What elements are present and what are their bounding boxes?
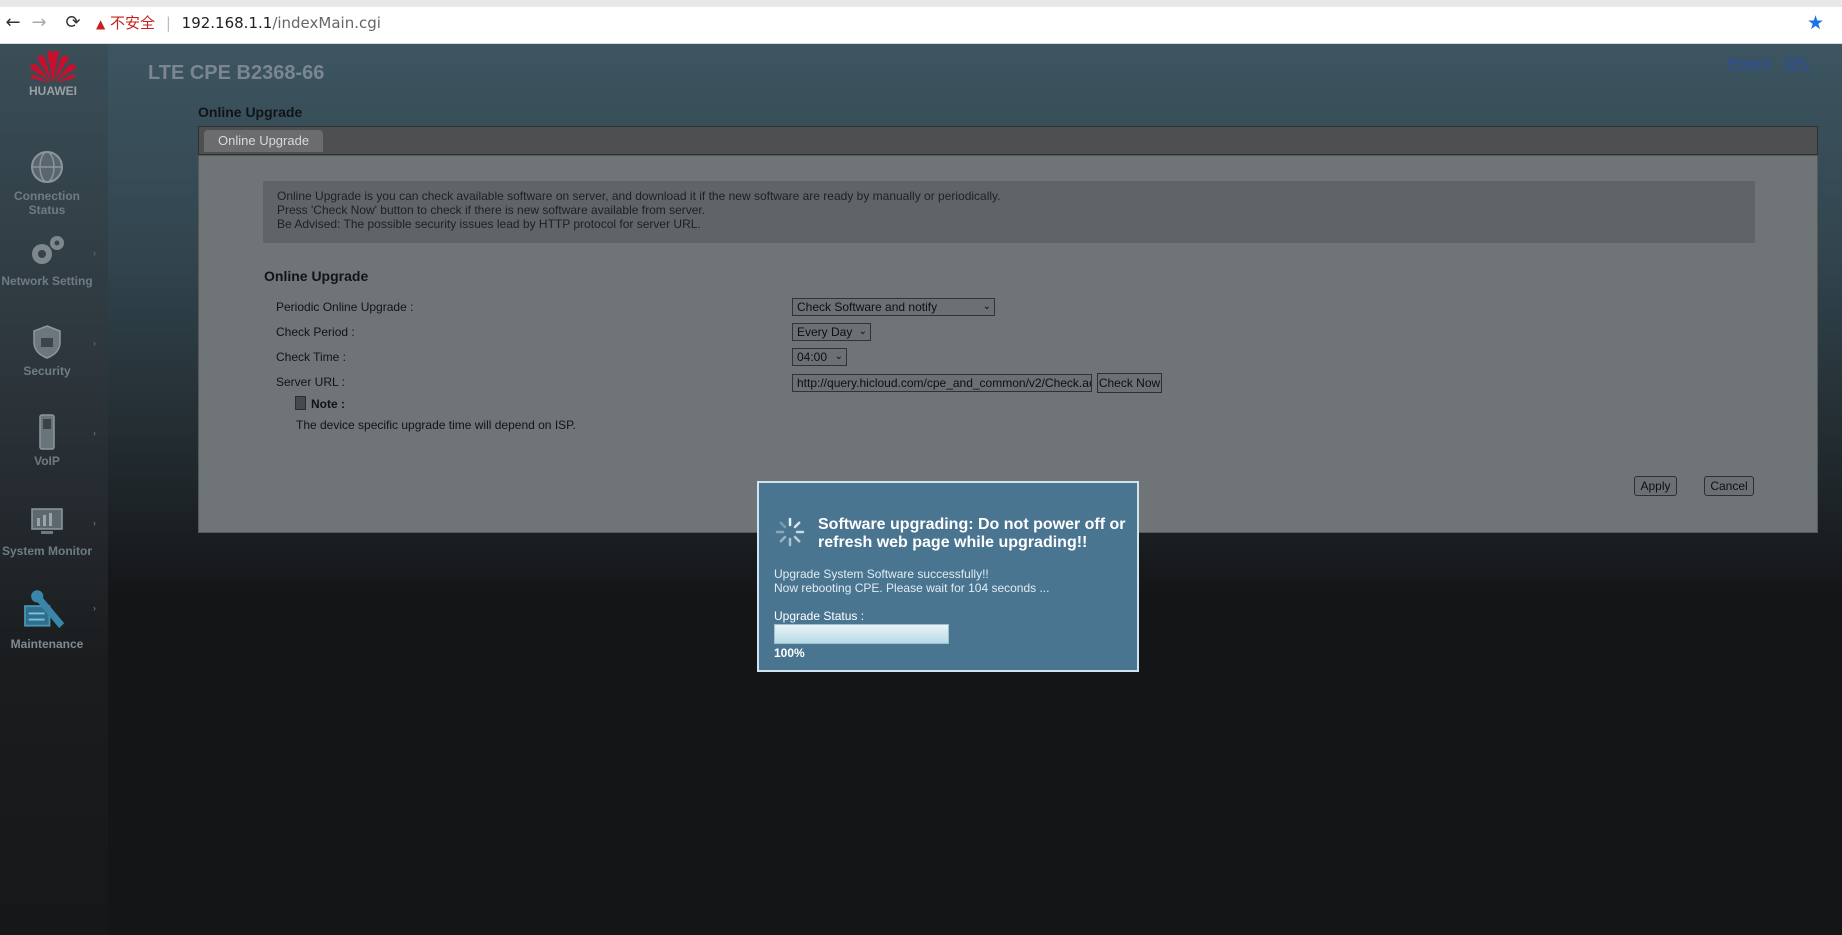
back-icon[interactable]: ← xyxy=(2,12,24,34)
product-title: LTE CPE B2368-66 xyxy=(148,62,325,84)
page-title: Online Upgrade xyxy=(198,104,303,120)
tab-bar: Online Upgrade xyxy=(198,126,1818,155)
chevron-right-icon: › xyxy=(93,428,96,438)
top-links: Privacy GPL xyxy=(1718,55,1810,70)
url-host: 192.168.1.1 xyxy=(181,14,273,32)
periodic-upgrade-label: Periodic Online Upgrade : xyxy=(276,300,414,314)
upgrade-progress-bar xyxy=(774,624,949,644)
chevron-down-icon: ⌄ xyxy=(858,326,867,337)
bookmark-star-icon[interactable]: ★ xyxy=(1807,12,1824,34)
check-time-select[interactable]: 04:00 ⌄ xyxy=(792,348,847,366)
note-text: The device specific upgrade time will de… xyxy=(296,418,576,432)
periodic-upgrade-select[interactable]: Check Software and notify ⌄ xyxy=(792,298,995,316)
security-label[interactable]: 不安全 xyxy=(110,14,155,32)
reload-icon[interactable]: ⟳ xyxy=(62,12,84,34)
section-title: Online Upgrade xyxy=(264,268,369,284)
cancel-button[interactable]: Cancel xyxy=(1704,476,1754,496)
forward-icon[interactable]: → xyxy=(28,12,50,34)
note-title: Note : xyxy=(311,397,345,411)
chevron-right-icon: › xyxy=(93,603,96,613)
upgrade-modal: Software upgrading: Do not power off or … xyxy=(757,481,1139,672)
gears-icon xyxy=(32,236,64,264)
browser-toolbar: ← → ⟳ ▲ 不安全 | 192.168.1.1/indexMain.cgi … xyxy=(0,0,1842,44)
check-now-button[interactable]: Check Now xyxy=(1097,373,1162,393)
modal-title: Software upgrading: Do not power off or … xyxy=(818,516,1126,551)
modal-message: Upgrade System Software successfully!! N… xyxy=(774,567,1049,595)
sidebar-item-connection-status[interactable]: Connection Status xyxy=(0,149,94,217)
sidebar-item-security[interactable]: Security › xyxy=(0,324,96,378)
warning-icon: ▲ xyxy=(96,17,106,31)
upgrade-progress-fill xyxy=(775,625,948,643)
sidebar-item-label: Connection xyxy=(14,189,80,203)
address-separator: | xyxy=(165,14,171,32)
sidebar-item-voip[interactable]: VoIP › xyxy=(0,414,96,468)
sidebar-item-label: System Monitor xyxy=(1,544,92,558)
chevron-right-icon: › xyxy=(93,518,96,528)
gpl-link[interactable]: GPL xyxy=(1784,55,1810,70)
upgrade-status-label: Upgrade Status : xyxy=(774,609,865,623)
tab-strip xyxy=(0,0,1842,7)
sidebar-item-label: Security xyxy=(23,364,71,378)
info-line: Press 'Check Now' button to check if the… xyxy=(277,203,706,217)
phone-icon xyxy=(39,414,55,450)
sidebar-item-label: Status xyxy=(28,203,66,217)
sidebar-item-label: VoIP xyxy=(34,454,60,468)
monitor-icon xyxy=(31,508,63,534)
check-period-value: Every Day xyxy=(797,325,853,339)
huawei-logo-icon xyxy=(30,50,76,83)
info-box: Online Upgrade is you can check availabl… xyxy=(263,181,1755,243)
info-line: Online Upgrade is you can check availabl… xyxy=(277,189,1001,203)
sidebar-item-maintenance[interactable]: Maintenance › xyxy=(0,589,96,651)
apply-button[interactable]: Apply xyxy=(1634,476,1677,496)
modal-message-line: Upgrade System Software successfully!! xyxy=(774,567,989,581)
periodic-upgrade-value: Check Software and notify xyxy=(797,300,938,314)
huawei-logo: HUAWEI xyxy=(22,48,84,98)
shield-icon xyxy=(33,325,61,359)
check-time-label: Check Time : xyxy=(276,350,347,364)
check-time-value: 04:00 xyxy=(797,350,828,364)
content-panel: Online Upgrade is you can check availabl… xyxy=(198,155,1818,533)
sidebar-item-label: Maintenance xyxy=(10,637,84,651)
chevron-right-icon: › xyxy=(93,338,96,348)
check-period-select[interactable]: Every Day ⌄ xyxy=(792,323,871,341)
check-period-label: Check Period : xyxy=(276,325,355,339)
tab-online-upgrade[interactable]: Online Upgrade xyxy=(204,130,324,152)
modal-message-line: Now rebooting CPE. Please wait for 104 s… xyxy=(774,581,1050,595)
privacy-link[interactable]: Privacy xyxy=(1728,55,1771,70)
chevron-down-icon: ⌄ xyxy=(982,301,991,312)
info-line: Be Advised: The possible security issues… xyxy=(277,217,701,231)
sidebar-item-network-setting[interactable]: Network Setting › xyxy=(0,234,96,288)
url-path: /indexMain.cgi xyxy=(272,14,381,32)
chevron-right-icon: › xyxy=(93,248,96,258)
globe-icon xyxy=(31,151,63,183)
chevron-down-icon: ⌄ xyxy=(834,351,843,362)
note-heading: Note : xyxy=(295,396,345,411)
brand-name: HUAWEI xyxy=(29,84,77,98)
sidebar-item-label: Network Setting xyxy=(1,274,93,288)
upgrade-progress-percent: 100% xyxy=(774,646,805,660)
router-app: HUAWEI LTE CPE B2368-66 Privacy GPL Conn… xyxy=(0,44,1842,935)
loading-spinner-icon xyxy=(775,517,805,547)
server-url-label: Server URL : xyxy=(276,375,345,389)
sidebar-item-system-monitor[interactable]: System Monitor › xyxy=(0,504,96,558)
server-url-input[interactable]: http://query.hicloud.com/cpe_and_common/… xyxy=(792,374,1092,392)
address-bar[interactable]: ▲ 不安全 | 192.168.1.1/indexMain.cgi xyxy=(96,10,381,36)
document-icon xyxy=(295,396,306,410)
wrench-icon xyxy=(24,590,65,629)
